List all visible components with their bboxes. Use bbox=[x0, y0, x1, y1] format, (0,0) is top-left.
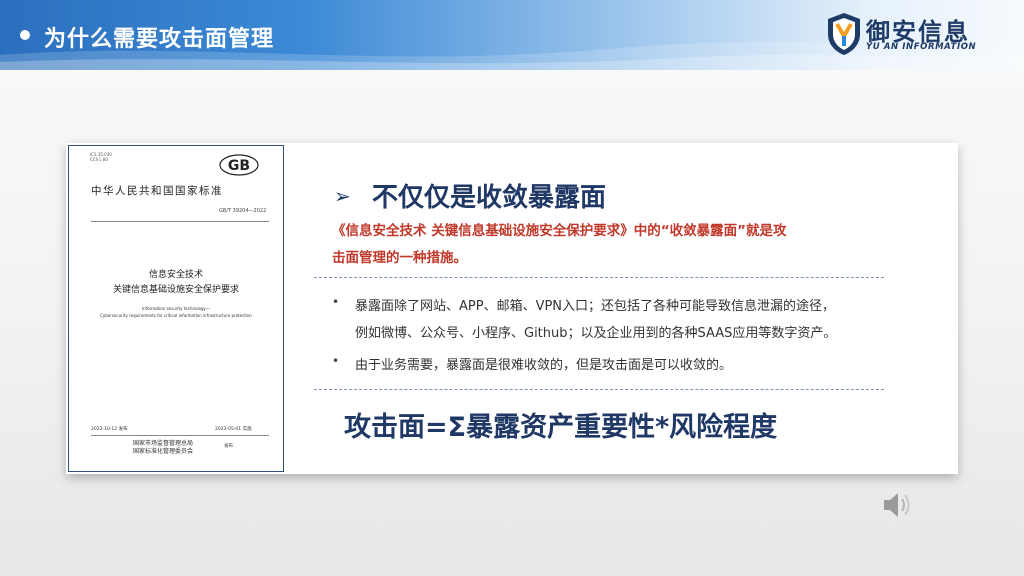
standard-document-cover: ICS 35.030 CCS L 80 GB 中华人民共和国国家标准 GB/T … bbox=[68, 145, 284, 472]
bullet1-line2: 例如微博、公众号、小程序、Github；以及企业用到的各种SAAS应用等数字资产… bbox=[355, 326, 837, 341]
doc-bottom-rule bbox=[91, 435, 269, 436]
doc-publisher-line2: 国家标准化管理委员会 bbox=[133, 448, 194, 455]
highlight-text-line1: 《信息安全技术 关键信息基础设施安全保护要求》中的“收敛暴露面”就是攻 bbox=[332, 223, 787, 239]
doc-ccs-line: CCS L 80 bbox=[90, 157, 108, 162]
bullet-marker: • bbox=[332, 354, 340, 368]
bullet1-line1: 暴露面除了网站、APP、邮箱、VPN入口；还包括了各种可能导致信息泄漏的途径， bbox=[355, 299, 836, 314]
doc-title-line1: 信息安全技术 bbox=[148, 270, 203, 280]
title-bullet bbox=[20, 30, 30, 40]
heading-arrow-icon: ➢ bbox=[334, 184, 351, 208]
logo-name-en: YU AN INFORMATION bbox=[866, 42, 977, 52]
doc-national-standard: 中华人民共和国国家标准 bbox=[91, 185, 223, 197]
highlight-text-line2: 击面管理的一种措施。 bbox=[332, 250, 467, 266]
formula-text: 攻击面=Σ暴露资产重要性*风险程度 bbox=[344, 412, 778, 443]
doc-ics-codes: ICS 35.030 CCS L 80 bbox=[90, 152, 112, 162]
speaker-icon[interactable] bbox=[880, 488, 914, 522]
dashed-divider-bottom bbox=[314, 389, 884, 390]
doc-implement-date: 2023-05-01 实施 bbox=[215, 427, 252, 432]
doc-publishers: 国家市场监督管理总局 国家标准化管理委员会 bbox=[133, 440, 193, 456]
doc-english-line1: Information security technology— bbox=[142, 306, 210, 311]
dashed-divider-top bbox=[314, 277, 884, 278]
page-title: 为什么需要攻击面管理 bbox=[44, 27, 275, 52]
section-heading: 不仅仅是收敛暴露面 bbox=[372, 183, 607, 213]
shield-logo-icon bbox=[828, 13, 860, 55]
doc-english-line2: Cybersecurity requirements for critical … bbox=[100, 313, 252, 318]
doc-publisher-suffix: 发布 bbox=[224, 444, 233, 449]
doc-standard-code: GB/T 39204—2022 bbox=[219, 208, 267, 214]
content-card: ICS 35.030 CCS L 80 GB 中华人民共和国国家标准 GB/T … bbox=[66, 143, 958, 474]
doc-top-rule bbox=[91, 221, 269, 222]
doc-title-line2: 关键信息基础设施安全保护要求 bbox=[112, 285, 239, 295]
bullet-marker: • bbox=[332, 295, 340, 309]
bullet2-text: 由于业务需要，暴露面是很难收敛的，但是攻击面是可以收敛的。 bbox=[355, 358, 733, 373]
gb-mark-text: GB bbox=[228, 158, 250, 174]
gb-mark-icon: GB bbox=[219, 154, 259, 176]
doc-publisher-line1: 国家市场监督管理总局 bbox=[133, 440, 194, 447]
doc-issue-date: 2022-10-12 发布 bbox=[91, 427, 128, 432]
company-logo: 御安信息 YU AN INFORMATION bbox=[826, 12, 994, 58]
header-banner: 为什么需要攻击面管理 御安信息 YU AN INFORMATION bbox=[0, 0, 1024, 70]
